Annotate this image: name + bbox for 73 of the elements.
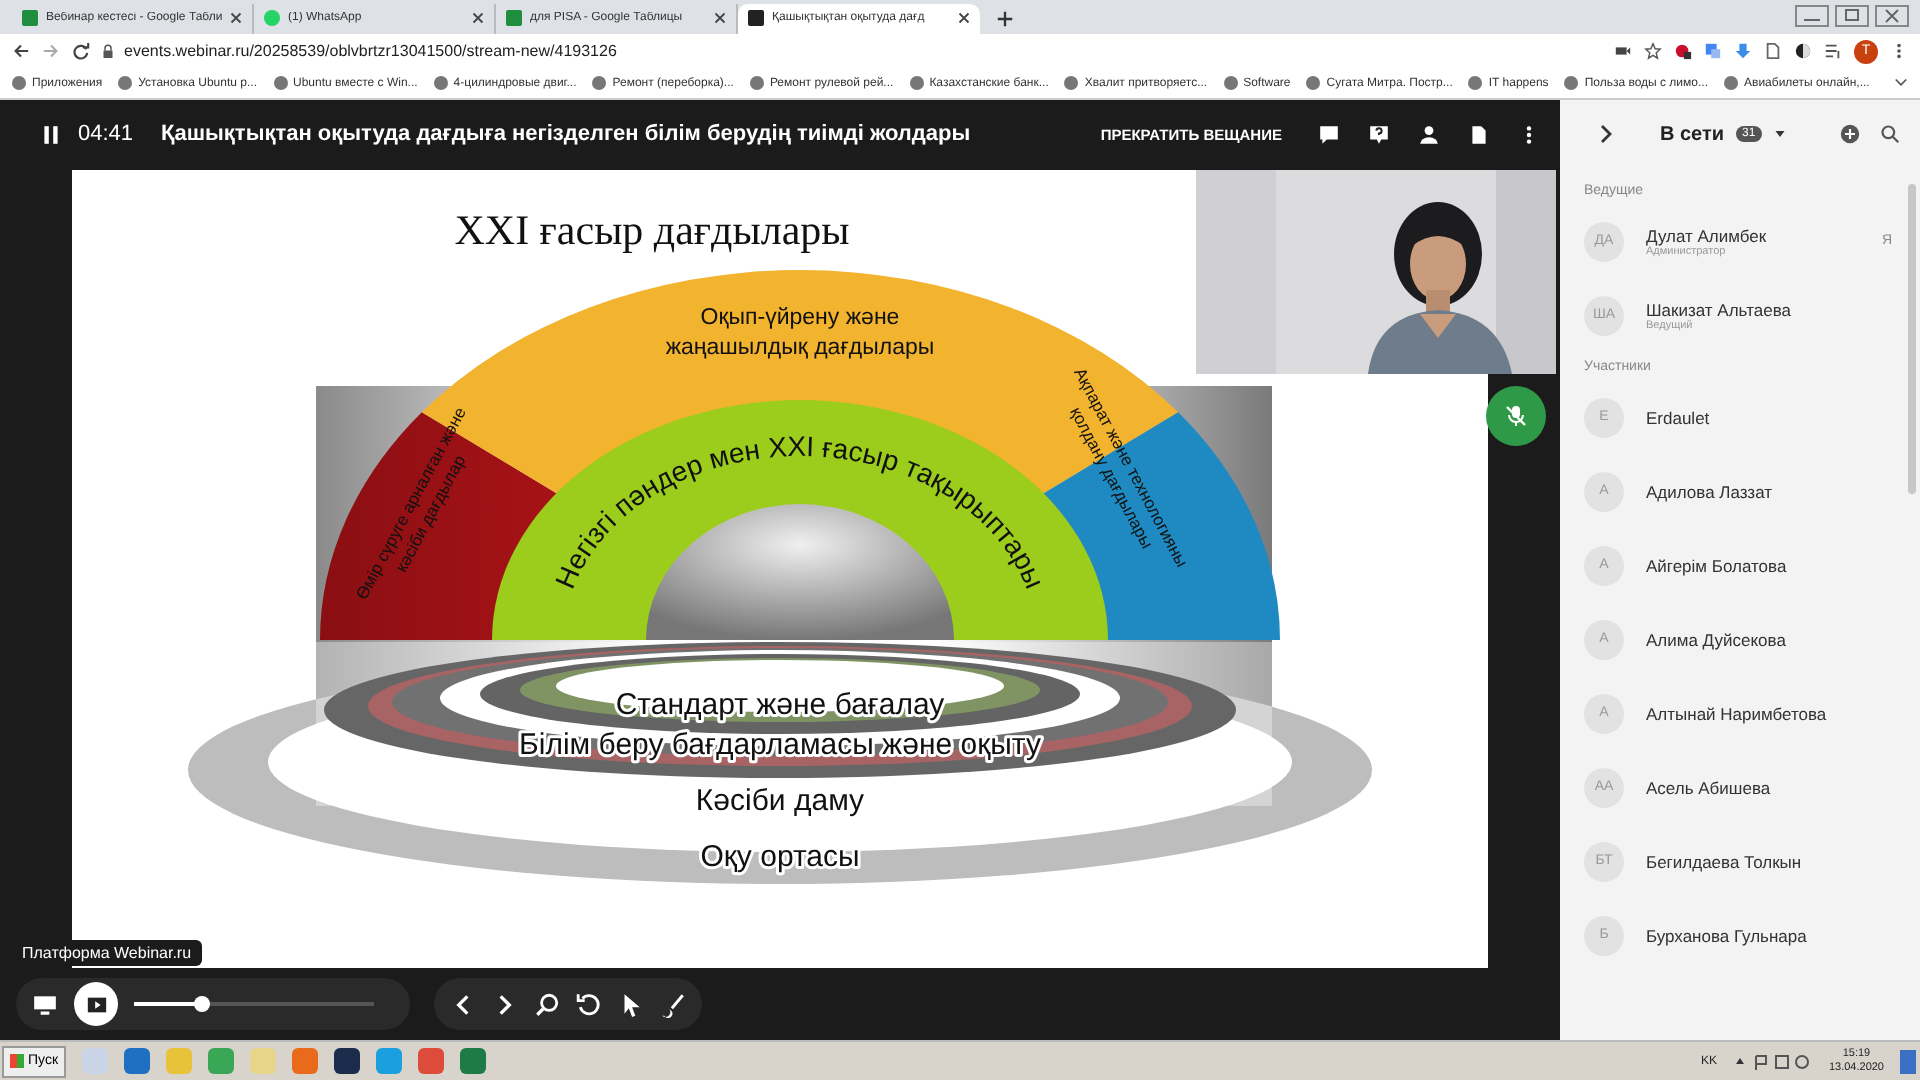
microphone-off-icon	[1504, 404, 1528, 429]
close-icon[interactable]	[230, 12, 242, 25]
screen-icon[interactable]	[32, 991, 58, 1018]
bookmark-icon	[1468, 76, 1483, 91]
person-icon[interactable]	[1418, 123, 1440, 146]
slides-button[interactable]	[74, 982, 118, 1027]
windows-icon	[10, 1054, 24, 1069]
lock-icon	[102, 43, 114, 60]
document-icon[interactable]	[1468, 123, 1490, 146]
broadcast-timer: 04:41	[78, 122, 134, 147]
webinar-title: Қашықтықтан оқытуда дағдыға негізделген білім берудің тиімді жолдары	[161, 122, 971, 147]
bookmark-icon	[909, 76, 924, 91]
bookmark-icon	[1564, 76, 1579, 91]
tray-icons[interactable]	[1732, 1051, 1813, 1072]
chat-icon[interactable]	[1318, 123, 1340, 146]
participant-name[interactable]: Шакизат Альтаева	[1646, 299, 1892, 320]
close-icon[interactable]	[472, 12, 484, 25]
bookmark-icon	[1724, 76, 1738, 91]
chevron-icon[interactable]	[1596, 124, 1616, 145]
participant-name[interactable]: Айгерім Болатова	[1646, 555, 1892, 576]
participant-name[interactable]: Бурханова Гульнара	[1646, 925, 1892, 946]
participant-name[interactable]: Бегилдаева Толкын	[1646, 851, 1892, 872]
tab-favicon-icon	[506, 10, 522, 27]
download-icon[interactable]	[1734, 42, 1752, 61]
question-icon[interactable]	[1368, 123, 1390, 146]
bookmark-icon	[592, 76, 607, 91]
search-icon[interactable]	[1880, 124, 1900, 145]
reload-icon[interactable]	[72, 42, 90, 61]
diagram-label: Кәсіби даму	[695, 784, 865, 819]
playlist-icon[interactable]	[1824, 42, 1842, 61]
zoom-icon[interactable]	[534, 991, 560, 1018]
bookmark-icon	[1064, 76, 1079, 91]
participant-name[interactable]: Erdaulet	[1646, 407, 1892, 428]
rotate-icon[interactable]	[576, 991, 602, 1018]
microphone-off-button[interactable]	[1486, 386, 1546, 447]
tab-favicon-icon	[264, 10, 280, 27]
tab-favicon-icon	[22, 10, 38, 27]
slideshow-icon	[85, 993, 107, 1016]
bookmark-icon	[433, 76, 448, 91]
diagram-label: Оқып-үйрену және жаңашылдық дағдылары	[665, 306, 935, 361]
panel-title: В сети	[1660, 123, 1725, 146]
close-icon[interactable]	[958, 12, 970, 25]
bookmark-icon	[118, 76, 133, 91]
diagram-label: Оқу ортасы	[700, 840, 860, 875]
chevron-icon[interactable]	[1894, 76, 1908, 91]
slide-title: XXI ғасыр дағдылары	[454, 206, 850, 255]
close-icon[interactable]	[714, 12, 726, 25]
participant-name[interactable]: Алима Дуйсекова	[1646, 629, 1892, 650]
app-icon[interactable]	[334, 1048, 361, 1075]
bookmark-icon	[273, 76, 287, 91]
window-controls-icon[interactable]	[1792, 4, 1912, 29]
camera-icon[interactable]	[1614, 42, 1632, 61]
zoom-slider[interactable]	[134, 1002, 374, 1007]
participant-name[interactable]: Алтынай Наримбетова	[1646, 703, 1892, 724]
show-desktop-icon[interactable]	[1900, 1049, 1916, 1074]
participant-name[interactable]: Адилова Лаззат	[1646, 481, 1892, 502]
tab-favicon-icon	[748, 10, 764, 27]
bookmark-icon	[12, 76, 26, 91]
bookmark-icon	[1223, 76, 1238, 91]
star-icon[interactable]	[1644, 42, 1662, 61]
scrollbar[interactable]	[1908, 184, 1916, 495]
page-icon[interactable]	[1764, 42, 1782, 61]
pause-icon[interactable]	[40, 123, 62, 146]
add-icon[interactable]	[1840, 124, 1860, 145]
new-tab-icon[interactable]	[996, 9, 1014, 28]
address-field[interactable]: events.webinar.ru/20258539/oblvbrtzr13041500/stream-new/4193126	[102, 37, 1602, 66]
bookmark-icon	[749, 76, 764, 91]
back-icon[interactable]	[12, 42, 30, 61]
bookmark-icon	[1306, 76, 1321, 91]
participant-name[interactable]: Асель Абишева	[1646, 777, 1892, 798]
caret-icon[interactable]	[1773, 128, 1786, 141]
participant-name[interactable]: Дулат Алимбек	[1646, 225, 1860, 246]
brush-icon[interactable]	[660, 991, 686, 1018]
